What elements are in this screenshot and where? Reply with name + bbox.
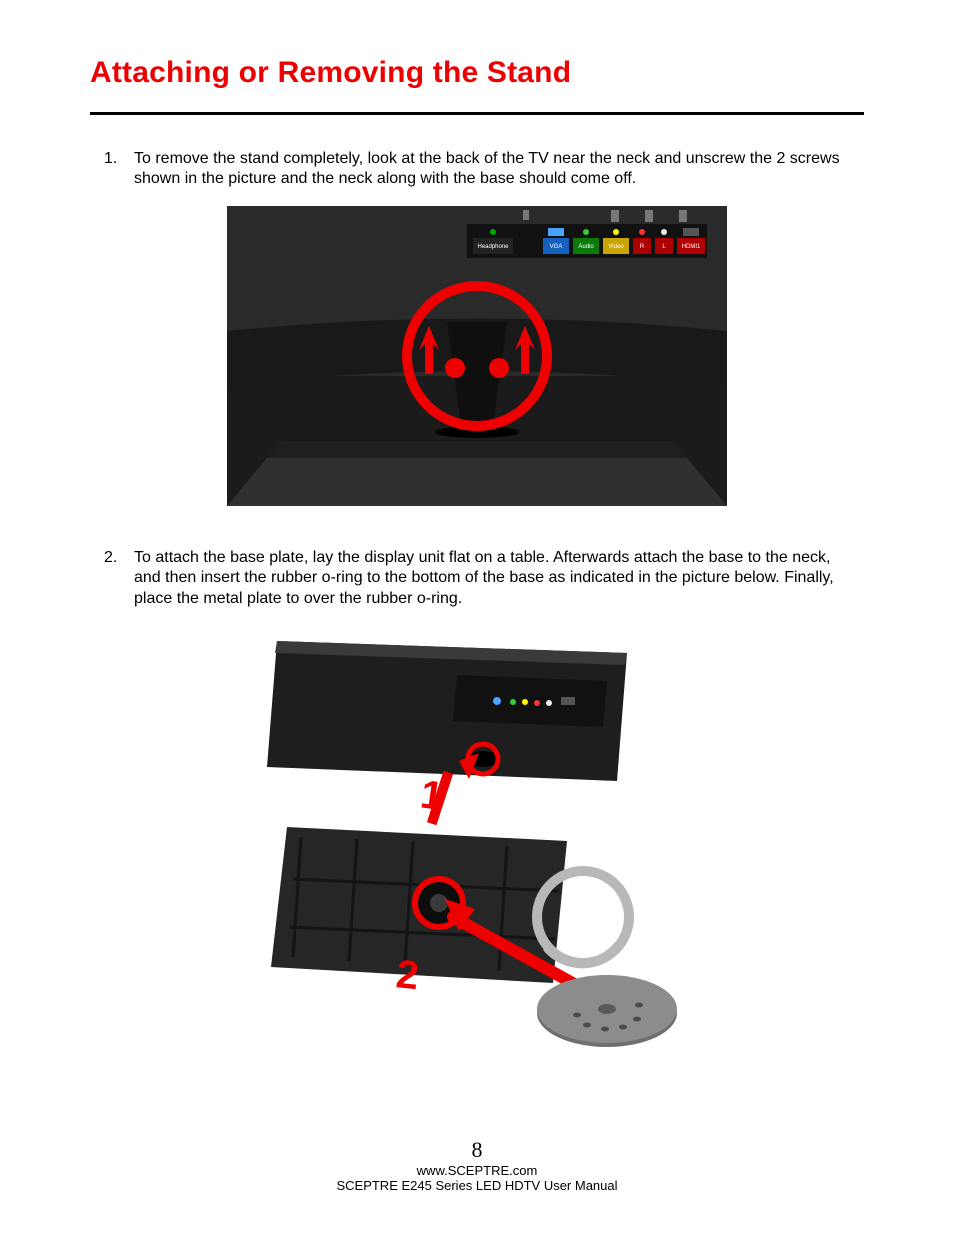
step-1-number: 1. bbox=[90, 149, 134, 190]
port-vga-label: VGA bbox=[550, 244, 563, 250]
footer-manual-title: SCEPTRE E245 Series LED HDTV User Manual bbox=[0, 1178, 954, 1193]
figure-1: Headphone VGA Audio Video R L HDMI1 bbox=[227, 206, 727, 506]
port-hdmi-label: HDMI1 bbox=[682, 244, 701, 250]
page-footer: 8 www.SCEPTRE.com SCEPTRE E245 Series LE… bbox=[0, 1137, 954, 1193]
port-headphone-label: Headphone bbox=[477, 244, 509, 250]
step-2: 2. To attach the base plate, lay the dis… bbox=[90, 548, 864, 609]
port-r-label: R bbox=[640, 244, 645, 250]
figure-2: 1 bbox=[247, 631, 707, 1051]
step-2-text: To attach the base plate, lay the displa… bbox=[134, 548, 864, 609]
page-title: Attaching or Removing the Stand bbox=[90, 56, 864, 90]
figure-2-label-2: 2 bbox=[394, 953, 421, 999]
horizontal-rule bbox=[90, 112, 864, 115]
footer-url: www.SCEPTRE.com bbox=[0, 1163, 954, 1178]
step-1-text: To remove the stand completely, look at … bbox=[134, 149, 864, 190]
page-number: 8 bbox=[0, 1137, 954, 1163]
metal-plate-illustration bbox=[537, 975, 677, 1047]
page: Attaching or Removing the Stand 1. To re… bbox=[0, 0, 954, 1235]
port-audio-label: Audio bbox=[578, 244, 594, 250]
port-video-label: Video bbox=[608, 244, 624, 250]
figure-1-wrap: Headphone VGA Audio Video R L HDMI1 bbox=[90, 204, 864, 548]
step-1: 1. To remove the stand completely, look … bbox=[90, 149, 864, 190]
figure-2-wrap: 1 bbox=[90, 623, 864, 1069]
step-2-number: 2. bbox=[90, 548, 134, 609]
